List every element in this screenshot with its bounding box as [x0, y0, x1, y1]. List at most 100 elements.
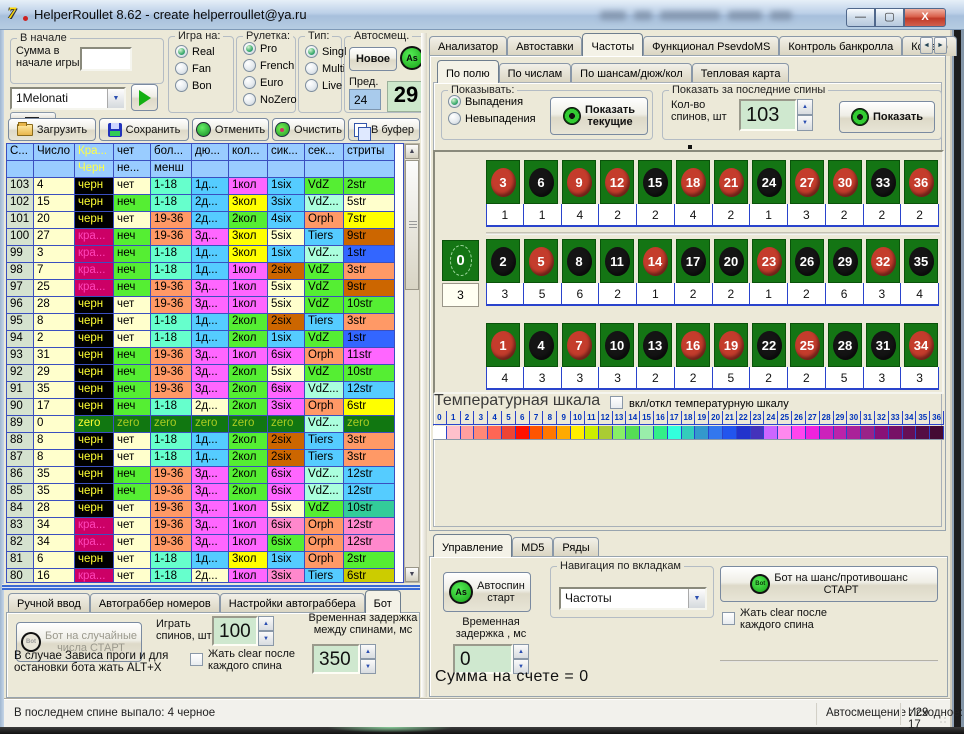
roulette-number-cell[interactable]: 6	[524, 160, 558, 204]
spins-count-stepper[interactable]: ▲▼	[258, 616, 274, 646]
scrollbar-down-icon[interactable]: ▼	[405, 567, 419, 582]
roulette-number-cell[interactable]: 4	[524, 323, 558, 367]
toolbar-folder-open-button[interactable]: Загрузить	[8, 118, 96, 141]
roulette-number-cell[interactable]: 9	[562, 160, 596, 204]
roulette-number-cell[interactable]: 10	[600, 323, 634, 367]
toolbar-copy-button[interactable]: В буфер	[348, 118, 420, 141]
clear-after-spin-checkbox[interactable]	[190, 653, 203, 666]
roulette-number-cell[interactable]: 26	[790, 239, 824, 283]
roulette-number-cell[interactable]: 13	[638, 323, 672, 367]
start-sum-input[interactable]	[80, 47, 132, 71]
roulette-number-cell[interactable]: 2	[486, 239, 520, 283]
show-current-button[interactable]: Показать текущие	[550, 97, 648, 135]
roulette-number-cell[interactable]: 16	[676, 323, 710, 367]
tab-Ручной ввод[interactable]: Ручной ввод	[8, 593, 90, 613]
radio-dot-icon[interactable]	[175, 62, 188, 75]
radio-Singl[interactable]: Singl	[305, 45, 341, 58]
history-table-scrollbar[interactable]: ▲ ▼	[404, 143, 420, 583]
tab-По шансам/дюж/кол[interactable]: По шансам/дюж/кол	[571, 63, 692, 83]
roulette-number-cell[interactable]: 5	[524, 239, 558, 283]
tab-Функционал PsevdoMS[interactable]: Функционал PsevdoMS	[643, 36, 779, 56]
roulette-number-cell[interactable]: 11	[600, 239, 634, 283]
roulette-number-cell[interactable]: 36	[904, 160, 938, 204]
roulette-number-cell[interactable]: 31	[866, 323, 900, 367]
roulette-number-cell[interactable]: 24	[752, 160, 786, 204]
roulette-number-cell[interactable]: 25	[790, 323, 824, 367]
radio-dot-icon[interactable]	[243, 93, 256, 106]
minimize-button[interactable]: —	[846, 8, 875, 27]
autospin-start-button[interactable]: Автоспин старт	[443, 572, 531, 612]
clear-after-spin-checkbox-2[interactable]	[722, 612, 735, 625]
roulette-number-cell[interactable]: 32	[866, 239, 900, 283]
chance-bot-start-button[interactable]: Бот на шанс/противошанс СТАРТ	[720, 566, 938, 602]
radio-dot-icon[interactable]	[175, 45, 188, 58]
tab-Управление[interactable]: Управление	[433, 534, 512, 557]
tab-По полю[interactable]: По полю	[437, 60, 499, 83]
tab-Тепловая карта[interactable]: Тепловая карта	[692, 63, 790, 83]
radio-NoZero[interactable]: NoZero	[243, 93, 295, 106]
roulette-number-cell[interactable]: 30	[828, 160, 862, 204]
tab-Автоставки[interactable]: Автоставки	[507, 36, 582, 56]
tabs-scroll-left-icon[interactable]: ◄	[920, 37, 933, 54]
roulette-board[interactable]: 369121518212427303336114224213222 258111…	[433, 150, 944, 394]
tab-По числам[interactable]: По числам	[499, 63, 572, 83]
radio-Real[interactable]: Real	[175, 45, 233, 58]
roulette-number-cell[interactable]: 23	[752, 239, 786, 283]
radio-Fan[interactable]: Fan	[175, 62, 233, 75]
spin-delay-input[interactable]: 350	[312, 644, 360, 674]
roulette-number-cell[interactable]: 19	[714, 323, 748, 367]
roulette-number-cell[interactable]: 20	[714, 239, 748, 283]
radio-dot-icon[interactable]	[305, 45, 318, 58]
roulette-number-cell[interactable]: 35	[904, 239, 938, 283]
roulette-number-cell[interactable]: 8	[562, 239, 596, 283]
radio-dot-icon[interactable]	[448, 95, 461, 108]
temperature-toggle-checkbox[interactable]	[610, 396, 623, 409]
spins-count-input[interactable]: 100	[212, 616, 258, 646]
new-autoshift-button[interactable]: Новое	[349, 47, 397, 71]
spins-number-input[interactable]: 103	[739, 99, 797, 131]
radio-Bon[interactable]: Bon	[175, 79, 233, 92]
radio-dot-icon[interactable]	[448, 112, 461, 125]
tab-Ряды[interactable]: Ряды	[553, 537, 598, 557]
vertical-splitter[interactable]	[421, 33, 427, 697]
roulette-number-cell[interactable]: 21	[714, 160, 748, 204]
roulette-number-cell[interactable]: 14	[638, 239, 672, 283]
tab-Автограббер номеров[interactable]: Автограббер номеров	[90, 593, 220, 613]
roulette-number-cell[interactable]: 27	[790, 160, 824, 204]
roulette-number-cell[interactable]: 28	[828, 323, 862, 367]
zero-cell[interactable]: 0	[442, 240, 479, 281]
radio-Pro[interactable]: Pro	[243, 42, 295, 55]
radio-dot-icon[interactable]	[305, 62, 318, 75]
radio-dot-icon[interactable]	[243, 42, 256, 55]
roulette-number-cell[interactable]: 7	[562, 323, 596, 367]
roulette-number-cell[interactable]: 18	[676, 160, 710, 204]
toolbar-undo-button[interactable]: Отменить	[192, 118, 269, 141]
radio-dot-icon[interactable]	[243, 59, 256, 72]
spin-delay-stepper[interactable]: ▲▼	[360, 644, 376, 674]
toolbar-clear-button[interactable]: Очистить	[272, 118, 345, 141]
radio-dot-icon[interactable]	[175, 79, 188, 92]
radio-Live[interactable]: Live	[305, 79, 341, 92]
title-bar[interactable]: 7 HelperRoullet 8.62 - create helperroul…	[0, 0, 964, 30]
radio-dot-icon[interactable]	[305, 79, 318, 92]
roulette-number-cell[interactable]: 29	[828, 239, 862, 283]
roulette-number-cell[interactable]: 15	[638, 160, 672, 204]
tab-Контроль банкролла[interactable]: Контроль банкролла	[779, 36, 902, 56]
radio-French[interactable]: French	[243, 59, 295, 72]
radio-Euro[interactable]: Euro	[243, 76, 295, 89]
spins-number-stepper[interactable]: ▲▼	[797, 99, 813, 131]
close-button[interactable]: X	[904, 8, 946, 27]
history-table[interactable]: С...ЧислоКра...четбол...дю...кол...сик..…	[6, 143, 404, 583]
radio-dot-icon[interactable]	[243, 76, 256, 89]
profile-combobox[interactable]: 1Melonati ▼	[10, 87, 126, 110]
tab-Частоты[interactable]: Частоты	[582, 33, 643, 56]
tabs-scroll-right-icon[interactable]: ►	[934, 37, 947, 54]
show-button[interactable]: Показать	[839, 101, 935, 133]
tab-Бот[interactable]: Бот	[365, 590, 401, 613]
maximize-button[interactable]: ▢	[875, 8, 904, 27]
roulette-number-cell[interactable]: 3	[486, 160, 520, 204]
roulette-number-cell[interactable]: 34	[904, 323, 938, 367]
toolbar-save-button[interactable]: Сохранить	[99, 118, 189, 141]
scrollbar-up-icon[interactable]: ▲	[405, 144, 419, 159]
roulette-number-cell[interactable]: 33	[866, 160, 900, 204]
